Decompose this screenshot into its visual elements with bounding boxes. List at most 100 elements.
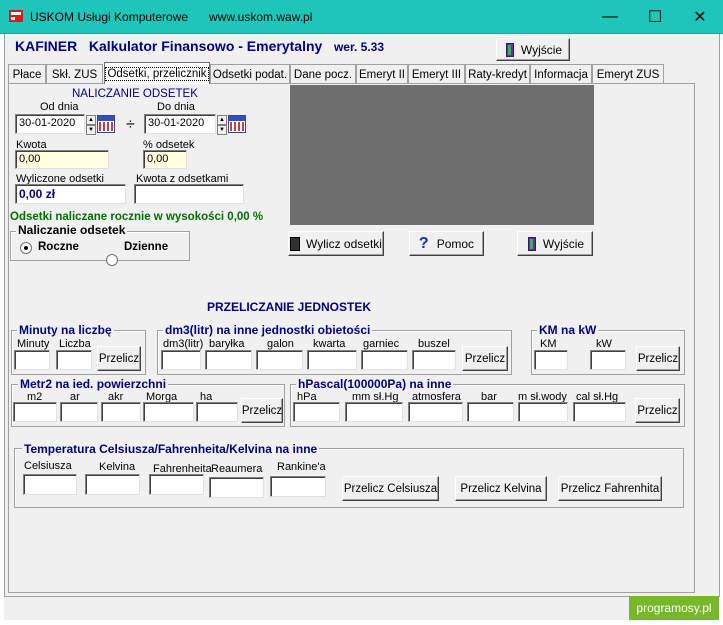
volume-input-garniec[interactable] [361, 350, 408, 370]
header-exit-button[interactable]: Wyjście [496, 38, 570, 61]
from-date-spinner[interactable]: ▲ ▼ [86, 115, 96, 135]
tab-odsetki-podat[interactable]: Odsetki podat. [210, 64, 290, 84]
tab-emeryt-ii[interactable]: Emeryt II [356, 64, 408, 84]
number-input[interactable] [56, 350, 92, 370]
pressure-input-inhg[interactable] [573, 402, 626, 422]
pressure-input-hpa[interactable] [293, 402, 340, 422]
power-convert-button[interactable]: Przelicz [636, 346, 680, 371]
tab-informacja[interactable]: Informacja [530, 64, 592, 84]
maximize-button[interactable]: ☐ [632, 0, 678, 34]
divide-icon: ÷ [126, 116, 135, 133]
pressure-convert-button[interactable]: Przelicz [635, 398, 680, 423]
minutes-group-title: Minuty na liczbę [17, 323, 114, 337]
app-title: Kalkulator Finansowo - Emerytalny [88, 38, 323, 54]
tab-odsetki-przelicznik[interactable]: Odsetki, przelicznik [104, 62, 210, 84]
area-convert-button[interactable]: Przelicz [241, 398, 283, 423]
area-input-m2[interactable] [13, 402, 57, 422]
area-input-morga[interactable] [143, 402, 194, 422]
kw-input[interactable] [590, 350, 626, 370]
help-label: Pomoc [436, 236, 475, 251]
interest-section-title: NALICZANIE ODSETEK [72, 88, 198, 100]
convert-fahrenheit-button[interactable]: Przelicz Fahrenhita [558, 476, 662, 501]
volume-label-dm3: dm3(litr) [163, 338, 204, 350]
volume-group-title: dm3(litr) na inne jednostki obietości [163, 323, 373, 337]
volume-label-bushel: buszel [418, 338, 450, 350]
interest-mode-title: Naliczanie odsetek [16, 223, 128, 237]
volume-input-quart[interactable] [307, 350, 357, 370]
header-exit-label: Wyjście [520, 42, 563, 57]
volume-convert-button[interactable]: Przelicz [462, 346, 508, 371]
volume-input-dm3[interactable] [161, 350, 201, 370]
amount-input[interactable]: 0,00 [15, 150, 109, 169]
exit-label: Wyjście [542, 236, 585, 251]
area-group-title: Metr2 na ied. powierzchni [18, 377, 169, 391]
temp-label-reaumur: Reaumera [211, 463, 263, 475]
volume-input-gallon[interactable] [256, 350, 303, 370]
minutes-convert-button[interactable]: Przelicz [97, 346, 141, 371]
volume-label-gallon: galon [267, 338, 294, 350]
temp-input-celsius[interactable] [23, 474, 77, 495]
calculate-interest-button[interactable]: Wylicz odsetki [288, 231, 384, 256]
pressure-input-mwater[interactable] [518, 402, 568, 422]
tab-raty-kredyt[interactable]: Raty-kredyt [465, 64, 530, 84]
temp-input-reaumur[interactable] [209, 477, 264, 498]
help-button[interactable]: ? Pomoc [409, 231, 484, 256]
area-input-ar[interactable] [60, 402, 98, 422]
volume-input-bushel[interactable] [412, 350, 456, 370]
convert-celsius-button[interactable]: Przelicz Celsiusza [342, 476, 439, 501]
tab-place[interactable]: Płace [8, 64, 46, 84]
percent-input[interactable]: 0,00 [143, 150, 187, 169]
number-label: Liczba [59, 338, 91, 350]
tab-dane-pocz[interactable]: Dane pocz. [290, 64, 356, 84]
km-input[interactable] [534, 350, 568, 370]
temp-input-fahrenheit[interactable] [149, 474, 204, 495]
mode-daily-radio[interactable] [106, 254, 118, 266]
to-date-input[interactable]: 30-01-2020 [144, 114, 216, 134]
volume-label-quart: kwarta [313, 338, 346, 350]
to-date-label: Do dnia [157, 101, 195, 113]
calculate-interest-label: Wylicz odsetki [306, 236, 382, 251]
total-with-interest-output [134, 184, 244, 204]
tab-emeryt-iii[interactable]: Emeryt III [408, 64, 465, 84]
from-calendar-icon[interactable] [97, 115, 115, 133]
volume-input-barrel[interactable] [205, 350, 252, 370]
exit-door-icon [526, 236, 538, 252]
pressure-input-atm[interactable] [408, 402, 463, 422]
volume-label-garniec: garniec [363, 338, 400, 350]
tab-emeryt-zus[interactable]: Emeryt ZUS [592, 64, 664, 84]
temp-label-kelvin: Kelvina [99, 461, 136, 473]
temp-input-rankine[interactable] [270, 476, 326, 497]
minutes-input[interactable] [14, 350, 50, 370]
spin-up-icon[interactable]: ▲ [217, 115, 227, 125]
area-input-ha[interactable] [196, 402, 238, 422]
watermark: programosy.pl [629, 596, 719, 620]
close-button[interactable]: ✕ [677, 0, 723, 34]
pressure-input-bar[interactable] [467, 402, 514, 422]
area-input-acre[interactable] [101, 402, 141, 422]
status-bar [4, 596, 720, 620]
minutes-label: Minuty [17, 338, 50, 350]
from-date-label: Od dnia [40, 101, 79, 113]
temp-label-rankine: Rankine'a [277, 461, 326, 473]
from-date-input[interactable]: 30-01-2020 [15, 114, 85, 134]
temp-label-celsius: Celsiusza [24, 460, 72, 472]
spin-down-icon[interactable]: ▼ [217, 125, 227, 135]
spin-down-icon[interactable]: ▼ [86, 125, 96, 135]
mode-yearly-label: Roczne [38, 241, 79, 253]
temperature-group-title: Temperatura Celsiusza/Fahrenheita/Kelvin… [22, 442, 320, 456]
power-group-title: KM na kW [537, 323, 599, 337]
exit-button[interactable]: Wyjście [517, 231, 593, 256]
mode-yearly-radio[interactable] [20, 242, 32, 254]
app-name: KAFINER [15, 38, 78, 54]
convert-kelvin-button[interactable]: Przelicz Kelvina [455, 476, 547, 501]
tab-skl-zus[interactable]: Skł. ZUS [46, 64, 103, 84]
to-calendar-icon[interactable] [228, 115, 246, 133]
to-date-spinner[interactable]: ▲ ▼ [217, 115, 227, 135]
spin-up-icon[interactable]: ▲ [86, 115, 96, 125]
temp-input-kelvin[interactable] [85, 474, 140, 495]
question-icon: ? [418, 234, 429, 252]
minimize-button[interactable]: — [587, 0, 633, 34]
interest-info-text: Odsetki naliczane rocznie w wysokości 0,… [10, 211, 264, 223]
app-header: KAFINER Kalkulator Finansowo - Emerytaln… [15, 38, 384, 54]
pressure-input-mmhg[interactable] [345, 402, 403, 422]
